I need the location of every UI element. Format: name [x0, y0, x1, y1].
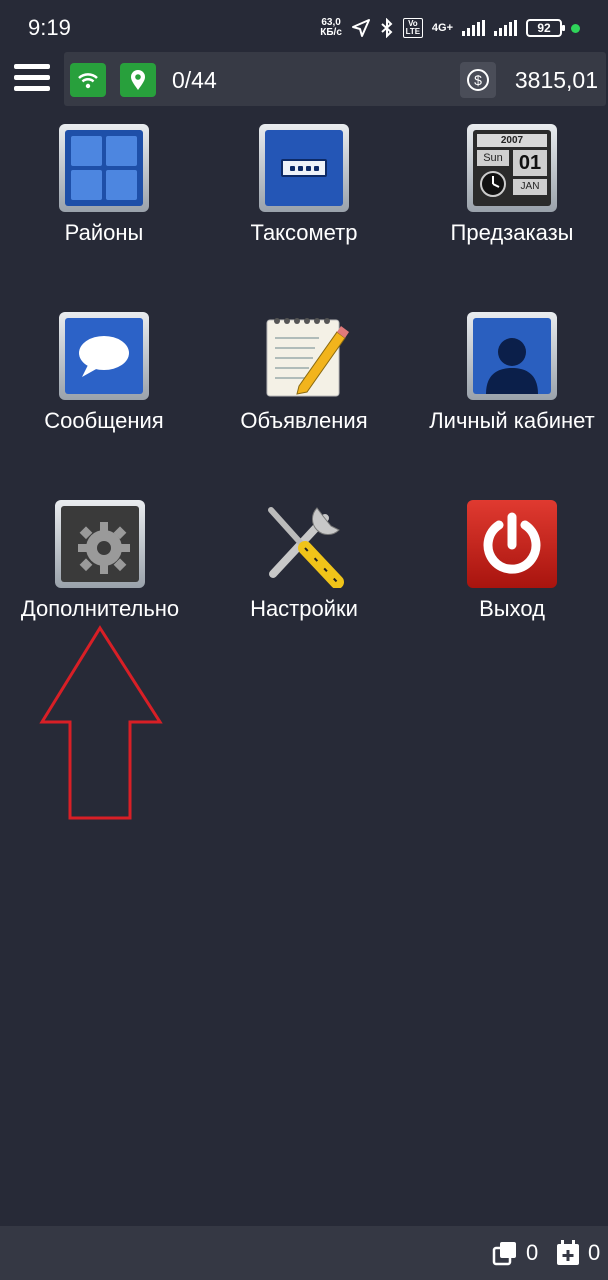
tile-additional[interactable]: Дополнительно — [0, 500, 204, 622]
battery-indicator: 92 — [526, 19, 565, 37]
tile-personal-account[interactable]: Личный кабинет — [408, 312, 608, 434]
tile-label: Районы — [64, 220, 144, 245]
tools-icon — [259, 500, 349, 588]
tile-announcements[interactable]: Объявления — [200, 312, 408, 434]
volte-badge: Vo LTE — [402, 18, 423, 38]
tile-settings[interactable]: Настройки — [200, 500, 408, 622]
network-speed: 63,0 КБ/с — [320, 17, 342, 38]
tile-label: Объявления — [240, 408, 368, 433]
privacy-dot-icon — [571, 23, 580, 33]
orders-count: 0 — [526, 1240, 539, 1265]
bluetooth-icon — [381, 18, 393, 38]
status-icons: 63,0 КБ/с Vo LTE 4G+ 92 — [320, 18, 580, 38]
tile-label: Настройки — [250, 596, 358, 621]
gear-icon — [55, 500, 145, 588]
notepad-pencil-icon — [259, 312, 349, 400]
signal-icon-2 — [494, 20, 517, 36]
tile-districts[interactable]: Районы — [0, 124, 208, 246]
svg-text:$: $ — [474, 72, 482, 88]
districts-grid-icon — [59, 124, 149, 212]
tile-taximeter[interactable]: Таксометр — [200, 124, 408, 246]
tile-label: Выход — [479, 596, 545, 621]
tile-label: Личный кабинет — [429, 408, 595, 433]
added-count: 0 — [588, 1240, 601, 1265]
copy-stack-icon — [492, 1242, 516, 1266]
annotation-arrow — [39, 625, 163, 820]
added-indicator[interactable]: 0 — [556, 1240, 600, 1266]
location-pin-icon[interactable] — [120, 63, 156, 97]
menu-icon[interactable] — [14, 64, 50, 96]
power-icon — [467, 500, 557, 588]
calendar-add-icon — [557, 1240, 579, 1265]
orders-indicator[interactable]: 0 — [492, 1240, 538, 1266]
tile-label: Сообщения — [44, 408, 164, 433]
tile-label: Таксометр — [250, 220, 358, 245]
status-panel: 0/44 $ 3815,01 — [64, 52, 606, 106]
taximeter-password-icon — [259, 124, 349, 212]
dollar-coin-icon[interactable]: $ — [460, 62, 496, 98]
app-bar: 0/44 $ 3815,01 — [0, 52, 608, 108]
network-type: 4G+ — [431, 22, 453, 34]
bottom-bar: 0 0 — [0, 1226, 608, 1280]
speech-bubble-icon — [59, 312, 149, 400]
navigation-arrow-icon — [351, 19, 370, 37]
balance-value: 3815,01 — [514, 67, 598, 93]
tile-messages[interactable]: Сообщения — [0, 312, 208, 434]
tile-label: Дополнительно — [20, 596, 180, 621]
clock: 9:19 — [28, 15, 71, 40]
user-silhouette-icon — [467, 312, 557, 400]
order-counter: 0/44 — [172, 67, 217, 93]
status-bar: 9:19 63,0 КБ/с Vo LTE 4G+ 92 — [0, 0, 608, 56]
tile-preorders[interactable]: 2007 Sun 01 JAN Предзаказы — [408, 124, 608, 246]
wifi-icon[interactable] — [70, 63, 106, 97]
tile-exit[interactable]: Выход — [408, 500, 608, 622]
signal-icon — [462, 20, 485, 36]
tile-label: Предзаказы — [450, 220, 574, 245]
calendar-clock-icon: 2007 Sun 01 JAN — [467, 124, 557, 212]
